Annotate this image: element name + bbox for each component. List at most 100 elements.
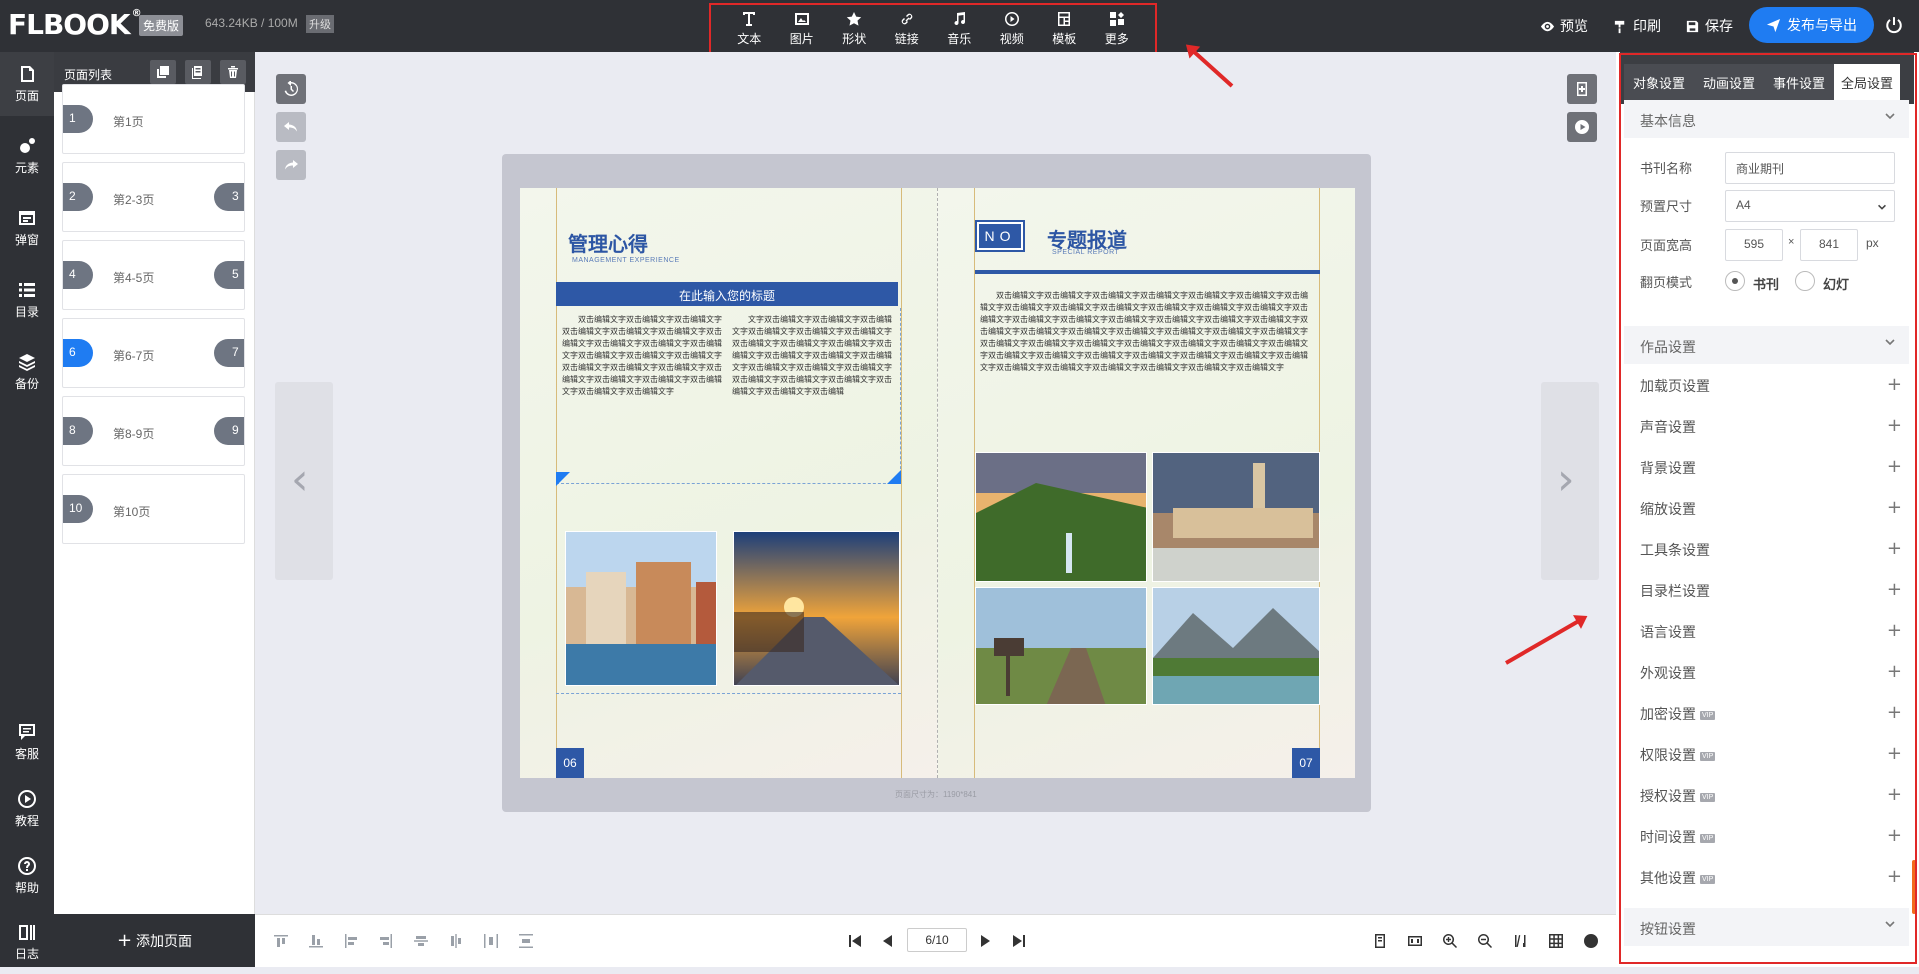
photo-pier-sunset[interactable]: [733, 531, 900, 686]
next-page-arrow[interactable]: ›: [1541, 382, 1599, 580]
setting-language[interactable]: 语言设置 +: [1640, 620, 1902, 642]
tool-music[interactable]: 音乐: [933, 5, 986, 53]
page-thumb-1[interactable]: 1 第1页: [62, 84, 245, 154]
next-page-button[interactable]: [977, 933, 993, 949]
redo-button[interactable]: [276, 150, 306, 180]
align-left-button[interactable]: [343, 933, 359, 949]
tab-object-settings[interactable]: 对象设置: [1624, 64, 1694, 100]
section-work-settings[interactable]: 作品设置: [1624, 326, 1909, 364]
nav-log[interactable]: 日志: [0, 910, 54, 974]
duplicate-page-button[interactable]: [185, 60, 211, 84]
tool-template[interactable]: 模板: [1038, 5, 1091, 53]
first-page-button[interactable]: [847, 933, 863, 949]
nav-popup[interactable]: 弹窗: [0, 196, 54, 260]
setting-sound[interactable]: 声音设置 +: [1640, 415, 1902, 437]
page-thumb-8-9[interactable]: 8 第8-9页 9: [62, 396, 245, 466]
photo-mailbox-road[interactable]: [975, 587, 1147, 705]
page-6[interactable]: 管理心得 MANAGEMENT EXPERIENCE 在此输入您的标题 双击编辑…: [520, 188, 937, 778]
left-heading-bar[interactable]: 在此输入您的标题: [556, 282, 898, 306]
save-button[interactable]: 保存: [1685, 16, 1733, 36]
zoom-in-button[interactable]: [1442, 933, 1458, 949]
setting-time[interactable]: 时间设置 VIP +: [1640, 825, 1902, 847]
page-thumb-10[interactable]: 10 第10页: [62, 474, 245, 544]
right-text-block[interactable]: 双击编辑文字双击编辑文字双击编辑文字双击编辑文字双击编辑文字双击编辑文字双击编辑…: [980, 290, 1315, 430]
nav-elements[interactable]: 元素: [0, 124, 54, 188]
nav-backup[interactable]: 备份: [0, 340, 54, 404]
setting-authorization[interactable]: 授权设置 VIP +: [1640, 784, 1902, 806]
no-label-box[interactable]: NO: [975, 220, 1025, 252]
setting-toc-bar[interactable]: 目录栏设置 +: [1640, 579, 1902, 601]
tool-image[interactable]: 图片: [776, 5, 829, 53]
flip-mode-slide-radio[interactable]: [1795, 271, 1815, 291]
publish-export-button[interactable]: 发布与导出: [1749, 7, 1874, 43]
nav-service[interactable]: 客服: [0, 710, 54, 774]
tab-event-settings[interactable]: 事件设置: [1764, 64, 1834, 100]
photo-mountain-lake[interactable]: [1152, 587, 1320, 705]
photo-waterfall-valley[interactable]: [975, 452, 1147, 582]
tool-shape[interactable]: 形状: [828, 5, 881, 53]
section-button-settings[interactable]: 按钮设置: [1624, 908, 1909, 946]
add-page-quick-button[interactable]: [1567, 74, 1597, 104]
tab-global-settings[interactable]: 全局设置: [1834, 64, 1900, 100]
align-vcenter-button[interactable]: [413, 933, 429, 949]
tool-text[interactable]: 文本: [723, 5, 776, 53]
fit-screen-button[interactable]: [1407, 933, 1423, 949]
photo-church-town[interactable]: [1152, 452, 1320, 582]
distribute-h-button[interactable]: [483, 933, 499, 949]
prev-page-button[interactable]: [880, 933, 896, 949]
nav-tutorial[interactable]: 教程: [0, 777, 54, 841]
last-page-button[interactable]: [1011, 933, 1027, 949]
prev-page-arrow[interactable]: ‹: [275, 382, 333, 580]
nav-help[interactable]: 帮助: [0, 844, 54, 908]
left-page-title[interactable]: 管理心得: [568, 228, 648, 257]
single-page-view-button[interactable]: [1372, 933, 1388, 949]
preset-size-select[interactable]: A4: [1725, 190, 1895, 222]
setting-permission[interactable]: 权限设置 VIP +: [1640, 743, 1902, 765]
history-button[interactable]: [276, 74, 306, 104]
setting-loading-page[interactable]: 加载页设置 +: [1640, 374, 1902, 396]
upgrade-link[interactable]: 升级: [306, 15, 334, 33]
align-right-button[interactable]: [378, 933, 394, 949]
zoom-out-button[interactable]: [1477, 933, 1493, 949]
page-height-input[interactable]: 841: [1800, 229, 1858, 261]
undo-button[interactable]: [276, 112, 306, 142]
setting-appearance[interactable]: 外观设置 +: [1640, 661, 1902, 683]
add-page-button[interactable]: + 添加页面: [54, 914, 255, 967]
book-name-input[interactable]: 商业期刊: [1725, 152, 1895, 184]
tool-link[interactable]: 链接: [881, 5, 934, 53]
distribute-v-button[interactable]: [518, 933, 534, 949]
rulers-button[interactable]: [1513, 933, 1529, 949]
setting-toolbar[interactable]: 工具条设置 +: [1640, 538, 1902, 560]
right-page-subtitle[interactable]: SPECIAL REPORT: [1052, 249, 1119, 256]
settings-scrollbar[interactable]: [1912, 860, 1916, 914]
power-icon[interactable]: [1885, 16, 1903, 34]
delete-page-button[interactable]: [220, 60, 246, 84]
play-preview-button[interactable]: [1567, 112, 1597, 142]
flip-mode-book-radio[interactable]: [1725, 271, 1745, 291]
grid-button[interactable]: [1548, 933, 1564, 949]
align-hcenter-button[interactable]: [448, 933, 464, 949]
setting-other[interactable]: 其他设置 VIP +: [1640, 866, 1902, 888]
setting-encryption[interactable]: 加密设置 VIP +: [1640, 702, 1902, 724]
nav-toc[interactable]: 目录: [0, 268, 54, 332]
align-top-button[interactable]: [273, 933, 289, 949]
page-thumb-2-3[interactable]: 2 第2-3页 3: [62, 162, 245, 232]
page-thumb-4-5[interactable]: 4 第4-5页 5: [62, 240, 245, 310]
setting-zoom[interactable]: 缩放设置 +: [1640, 497, 1902, 519]
print-button[interactable]: 印刷: [1613, 16, 1661, 36]
page-thumb-6-7[interactable]: 6 第6-7页 7: [62, 318, 245, 388]
preview-button[interactable]: 预览: [1540, 16, 1588, 36]
page-width-input[interactable]: 595: [1725, 229, 1783, 261]
align-bottom-button[interactable]: [308, 933, 324, 949]
tool-video[interactable]: 视频: [986, 5, 1039, 53]
emoji-button[interactable]: [1583, 933, 1599, 949]
left-page-subtitle[interactable]: MANAGEMENT EXPERIENCE: [572, 257, 680, 264]
photo-venice[interactable]: [565, 531, 717, 686]
page-number-input[interactable]: 6/10: [907, 928, 967, 952]
section-basic-info[interactable]: 基本信息: [1624, 100, 1909, 138]
tab-animation-settings[interactable]: 动画设置: [1694, 64, 1764, 100]
tool-more[interactable]: 更多: [1091, 5, 1144, 53]
copy-page-button[interactable]: [150, 60, 176, 84]
setting-background[interactable]: 背景设置 +: [1640, 456, 1902, 478]
nav-pages[interactable]: 页面: [0, 52, 54, 116]
